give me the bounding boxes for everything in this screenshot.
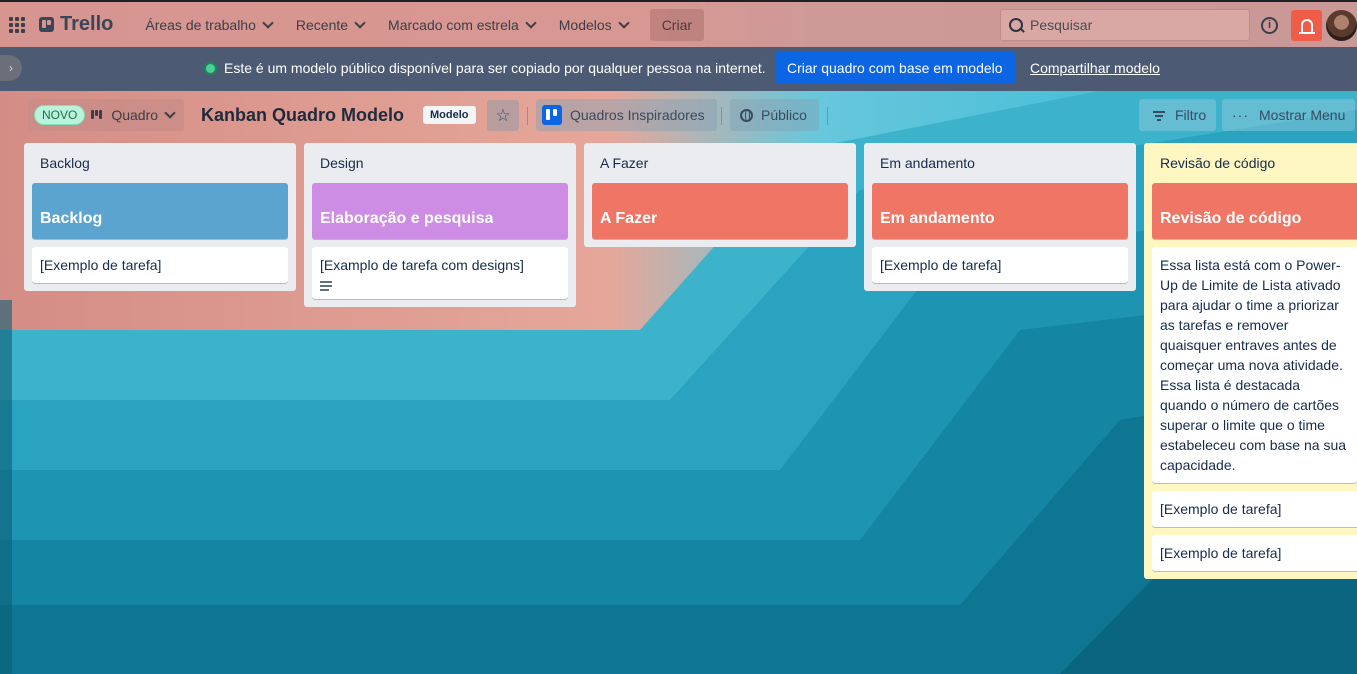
divider <box>721 107 722 125</box>
app-switcher-icon[interactable] <box>9 16 25 33</box>
search-placeholder: Pesquisar <box>1030 17 1093 33</box>
create-button[interactable]: Criar <box>649 8 705 41</box>
visibility-label: Público <box>761 107 807 123</box>
create-from-template-button[interactable]: Criar quadro com base em modelo <box>775 52 1015 84</box>
list-title[interactable]: Backlog <box>32 143 288 183</box>
cover-card[interactable]: A Fazer <box>592 183 848 239</box>
divider <box>527 107 528 125</box>
search-icon <box>1009 17 1024 33</box>
cover-card[interactable]: Backlog <box>32 183 288 239</box>
list-design[interactable]: Design Elaboração e pesquisa [Examplo de… <box>304 143 576 307</box>
info-icon[interactable]: i <box>1261 17 1278 34</box>
list-in-progress[interactable]: Em andamento Em andamento [Exemplo de ta… <box>864 143 1136 291</box>
star-icon[interactable]: ☆ <box>487 100 519 131</box>
filter-icon <box>1153 110 1165 121</box>
list-code-review[interactable]: Revisão de código Revisão de código Essa… <box>1144 143 1357 579</box>
cover-card[interactable]: Elaboração e pesquisa <box>312 183 568 239</box>
template-banner: › Este é um modelo público disponível pa… <box>0 47 1357 91</box>
bell-icon <box>1298 19 1315 34</box>
nav-workspaces-label: Áreas de trabalho <box>145 16 256 33</box>
sidebar-toggle-button[interactable]: › <box>0 55 22 81</box>
nav-workspaces[interactable]: Áreas de trabalho <box>135 11 282 39</box>
task-card[interactable]: Essa lista está com o Power-Up de Limite… <box>1152 247 1357 483</box>
task-card[interactable]: [Exemplo de tarefa] <box>1152 491 1357 527</box>
board-title[interactable]: Kanban Quadro Modelo <box>201 105 404 126</box>
nav-templates[interactable]: Modelos <box>549 11 638 39</box>
nav-menu: Áreas de trabalho Recente Marcado com es… <box>135 8 705 41</box>
list-title[interactable]: A Fazer <box>592 143 848 183</box>
list-backlog[interactable]: Backlog Backlog [Exemplo de tarefa] <box>24 143 296 291</box>
board-view-icon <box>91 110 103 120</box>
divider <box>827 107 828 125</box>
top-navigation: Trello Áreas de trabalho Recente Marcado… <box>0 0 1357 47</box>
more-icon: ··· <box>1232 107 1249 123</box>
list-todo[interactable]: A Fazer A Fazer <box>584 143 856 247</box>
view-label: Quadro <box>111 107 159 123</box>
chevron-down-icon <box>525 16 537 29</box>
share-template-link[interactable]: Compartilhar modelo <box>1030 60 1160 76</box>
task-card[interactable]: [Examplo de tarefa com designs] <box>312 247 568 299</box>
card-title: [Examplo de tarefa com designs] <box>320 257 524 273</box>
chevron-down-icon <box>354 16 366 29</box>
list-title[interactable]: Em andamento <box>872 143 1128 183</box>
nav-starred[interactable]: Marcado com estrela <box>378 11 545 39</box>
nav-recent[interactable]: Recente <box>286 11 374 39</box>
task-card[interactable]: [Exemplo de tarefa] <box>32 247 288 283</box>
task-card[interactable]: [Exemplo de tarefa] <box>872 247 1128 283</box>
notifications-button[interactable] <box>1291 10 1322 41</box>
search-input[interactable]: Pesquisar <box>1000 9 1250 41</box>
nav-starred-label: Marcado com estrela <box>388 16 519 33</box>
template-badge: Modelo <box>423 106 476 124</box>
trello-logo-icon <box>39 17 54 32</box>
view-switcher[interactable]: NOVO Quadro <box>28 99 185 131</box>
nav-recent-label: Recente <box>295 16 349 33</box>
globe-icon <box>740 108 753 122</box>
board-header: NOVO Quadro Kanban Quadro Modelo Modelo … <box>0 91 1357 139</box>
list-title[interactable]: Design <box>312 143 568 183</box>
app-name: Trello <box>60 13 114 35</box>
cover-card[interactable]: Revisão de código <box>1152 183 1357 239</box>
list-title[interactable]: Revisão de código <box>1152 143 1357 183</box>
chevron-down-icon <box>618 16 630 29</box>
workspace-label: Quadros Inspiradores <box>570 107 705 123</box>
visibility-button[interactable]: Público <box>730 99 819 131</box>
chevron-down-icon <box>262 16 274 29</box>
show-menu-button[interactable]: ··· Mostrar Menu <box>1222 99 1356 131</box>
new-badge: NOVO <box>34 105 86 125</box>
trello-logo[interactable]: Trello <box>39 13 113 36</box>
task-card[interactable]: [Exemplo de tarefa] <box>1152 535 1357 571</box>
banner-message: Este é um modelo público disponível para… <box>224 60 766 76</box>
cover-card[interactable]: Em andamento <box>872 183 1128 239</box>
show-menu-label: Mostrar Menu <box>1259 107 1346 123</box>
view-selector[interactable]: Quadro <box>91 107 176 123</box>
workspace-button[interactable]: Quadros Inspiradores <box>536 99 717 131</box>
filter-button[interactable]: Filtro <box>1139 99 1217 131</box>
filter-label: Filtro <box>1175 107 1207 123</box>
avatar[interactable] <box>1326 10 1357 41</box>
workspace-icon <box>542 105 562 125</box>
nav-templates-label: Modelos <box>558 16 612 33</box>
description-icon <box>320 281 332 291</box>
chevron-down-icon <box>164 107 176 119</box>
public-globe-icon <box>204 62 217 75</box>
